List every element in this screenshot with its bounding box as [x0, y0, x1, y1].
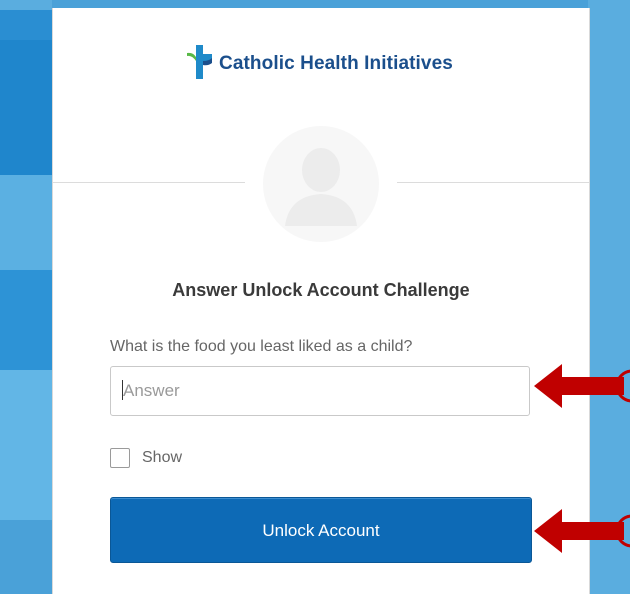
show-checkbox[interactable]	[110, 448, 130, 468]
text-cursor	[122, 380, 123, 400]
divider-left	[53, 182, 245, 183]
red-arrow-icon	[528, 503, 630, 559]
background-stripe	[0, 270, 52, 370]
logo-cross-icon	[183, 43, 217, 86]
brand-name: Catholic Health Initiatives	[219, 53, 453, 74]
background-stripe	[0, 520, 52, 594]
brand-logo: Catholic Health Initiatives	[183, 44, 453, 84]
red-arrow-icon	[528, 358, 630, 414]
challenge-question: What is the food you least liked as a ch…	[110, 338, 413, 355]
background-stripe	[0, 175, 52, 270]
page-title: Answer Unlock Account Challenge	[172, 280, 470, 300]
unlock-card: Catholic Health Initiatives Answer Unloc…	[52, 8, 590, 594]
background-stripe	[0, 10, 52, 40]
show-toggle-row[interactable]: Show	[110, 448, 182, 468]
unlock-account-button[interactable]: Unlock Account	[110, 497, 532, 563]
answer-input[interactable]	[110, 366, 530, 416]
divider-right	[397, 182, 589, 183]
show-label: Show	[142, 449, 183, 466]
background-stripe	[0, 370, 52, 520]
background-stripe	[0, 40, 52, 175]
user-avatar-icon	[263, 126, 379, 242]
